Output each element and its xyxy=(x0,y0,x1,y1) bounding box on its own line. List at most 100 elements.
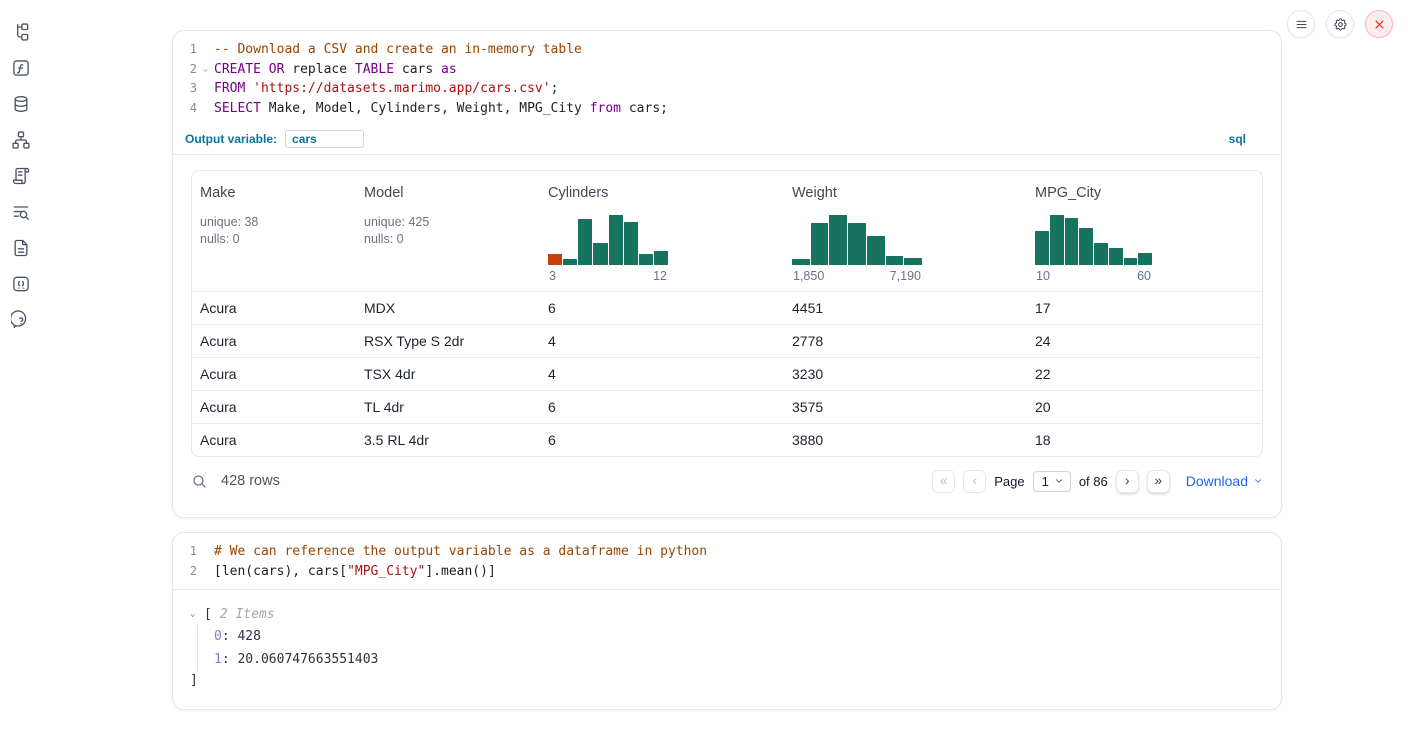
histogram-bar xyxy=(1065,218,1079,265)
output-variable-label: Output variable: xyxy=(185,132,277,146)
histogram-axis: 312 xyxy=(548,269,668,283)
histogram-bar xyxy=(1079,228,1093,265)
next-page-button[interactable]: › xyxy=(1116,470,1139,493)
entry-value: 20.060747663551403 xyxy=(237,652,378,667)
table-header: Make unique: 38 nulls: 0 Model unique: 4… xyxy=(192,171,1262,291)
menu-button[interactable] xyxy=(1287,10,1315,38)
histogram-bar xyxy=(1050,215,1064,265)
dependency-graph-icon[interactable] xyxy=(11,130,31,150)
sql-code-editor[interactable]: 1 -- Download a CSV and create an in-mem… xyxy=(173,31,1281,126)
python-cell: 1 # We can reference the output variable… xyxy=(172,532,1282,710)
histogram-bar xyxy=(848,223,866,265)
close-icon xyxy=(1372,17,1387,32)
notebook: 1 -- Download a CSV and create an in-mem… xyxy=(172,30,1282,710)
table-row[interactable]: AcuraMDX6445117 xyxy=(192,291,1262,324)
left-sidebar xyxy=(0,0,42,330)
histogram-axis: 1,8507,190 xyxy=(792,269,922,283)
close-bracket: ] xyxy=(190,671,1263,691)
histogram-bar xyxy=(1124,258,1138,265)
page-of-label: of 86 xyxy=(1079,474,1108,489)
hamburger-icon xyxy=(1294,17,1309,32)
histogram-bar xyxy=(1109,248,1123,265)
histogram-bar xyxy=(867,236,885,265)
file-explorer-icon[interactable] xyxy=(11,22,31,42)
histogram-bar xyxy=(904,258,922,265)
logs-icon[interactable] xyxy=(11,202,31,222)
output-variable-input[interactable] xyxy=(285,130,364,148)
line-number: 4 xyxy=(173,99,197,119)
gear-icon xyxy=(1333,17,1348,32)
code-line[interactable]: 3 FROM 'https://datasets.marimo.app/cars… xyxy=(173,79,1281,99)
sql-comment: -- Download a CSV and create an in-memor… xyxy=(214,42,582,57)
row-count: 428 rows xyxy=(221,473,280,489)
unique-stat: unique: 425 xyxy=(364,214,532,231)
list-entries: 0: 428 1: 20.060747663551403 xyxy=(197,626,1263,671)
data-table: Make unique: 38 nulls: 0 Model unique: 4… xyxy=(191,170,1263,457)
table-row[interactable]: Acura3.5 RL 4dr6388018 xyxy=(192,423,1262,456)
sql-cell-output: Make unique: 38 nulls: 0 Model unique: 4… xyxy=(173,155,1281,517)
pagination: « ‹ Page 1 of 86 › » Download xyxy=(932,470,1263,493)
chevron-down-icon xyxy=(1253,476,1263,486)
histogram-bar xyxy=(1094,243,1108,265)
download-button[interactable]: Download xyxy=(1186,473,1263,489)
snippets-icon[interactable] xyxy=(11,274,31,294)
documentation-icon[interactable] xyxy=(11,238,31,258)
code-line[interactable]: 2 [len(cars), cars["MPG_City"].mean()] xyxy=(173,562,1281,582)
column-header-cylinders[interactable]: Cylinders 312 xyxy=(540,171,784,291)
search-icon[interactable] xyxy=(191,473,208,490)
line-number: 2 xyxy=(173,562,197,582)
functions-icon[interactable] xyxy=(11,58,31,78)
python-cell-output: ⌄ [ 2 Items 0: 428 1: 20.060747663551403… xyxy=(173,590,1281,709)
scratchpad-icon[interactable] xyxy=(11,166,31,186)
histogram-bar xyxy=(829,215,847,265)
histogram-bar xyxy=(1035,231,1049,265)
language-badge: sql xyxy=(1229,132,1246,146)
histogram-bar xyxy=(792,259,810,265)
column-header-model[interactable]: Model unique: 425 nulls: 0 xyxy=(356,171,540,291)
histogram-bar xyxy=(886,256,904,265)
open-bracket: [ xyxy=(204,607,212,622)
code-line[interactable]: 2 ⌄ CREATE OR replace TABLE cars as xyxy=(173,60,1281,80)
first-page-button[interactable]: « xyxy=(932,470,955,493)
python-code-editor[interactable]: 1 # We can reference the output variable… xyxy=(173,533,1281,589)
help-icon[interactable] xyxy=(11,310,31,330)
histogram-bar xyxy=(578,219,592,265)
code-line[interactable]: 4 SELECT Make, Model, Cylinders, Weight,… xyxy=(173,99,1281,119)
collapse-chevron-icon[interactable]: ⌄ xyxy=(190,609,204,619)
histogram-bar xyxy=(593,243,607,265)
line-number: 1 xyxy=(173,542,197,562)
datasources-icon[interactable] xyxy=(11,94,31,114)
table-row[interactable]: AcuraRSX Type S 2dr4277824 xyxy=(192,324,1262,357)
entry-value: 428 xyxy=(237,629,260,644)
column-header-make[interactable]: Make unique: 38 nulls: 0 xyxy=(192,171,356,291)
list-entry: 0: 428 xyxy=(214,626,1263,649)
weight-histogram xyxy=(792,213,922,265)
fold-chevron-icon[interactable]: ⌄ xyxy=(197,60,214,80)
nulls-stat: nulls: 0 xyxy=(364,231,532,248)
table-row[interactable]: AcuraTSX 4dr4323022 xyxy=(192,357,1262,390)
code-line[interactable]: 1 -- Download a CSV and create an in-mem… xyxy=(173,40,1281,60)
nulls-stat: nulls: 0 xyxy=(200,231,348,248)
close-button[interactable] xyxy=(1365,10,1393,38)
histogram-bar xyxy=(654,251,668,265)
output-variable-row: Output variable: sql xyxy=(173,126,1281,154)
line-number: 3 xyxy=(173,79,197,99)
table-row[interactable]: AcuraTL 4dr6357520 xyxy=(192,390,1262,423)
code-line[interactable]: 1 # We can reference the output variable… xyxy=(173,542,1281,562)
histogram-bar xyxy=(639,254,653,265)
histogram-bar xyxy=(811,223,829,265)
chevron-down-icon xyxy=(1054,476,1064,486)
unique-stat: unique: 38 xyxy=(200,214,348,231)
settings-button[interactable] xyxy=(1326,10,1354,38)
page-select[interactable]: 1 xyxy=(1033,471,1071,492)
histogram-bar xyxy=(1138,253,1152,265)
last-page-button[interactable]: » xyxy=(1147,470,1170,493)
prev-page-button[interactable]: ‹ xyxy=(963,470,986,493)
table-footer: 428 rows « ‹ Page 1 of 86 › » Download xyxy=(191,459,1263,503)
python-comment: # We can reference the output variable a… xyxy=(214,544,707,559)
column-header-weight[interactable]: Weight 1,8507,190 xyxy=(784,171,1027,291)
mpg-city-histogram xyxy=(1035,213,1152,265)
column-header-mpg-city[interactable]: MPG_City 1060 xyxy=(1027,171,1262,291)
histogram-bar xyxy=(609,215,623,265)
line-number: 1 xyxy=(173,40,197,60)
